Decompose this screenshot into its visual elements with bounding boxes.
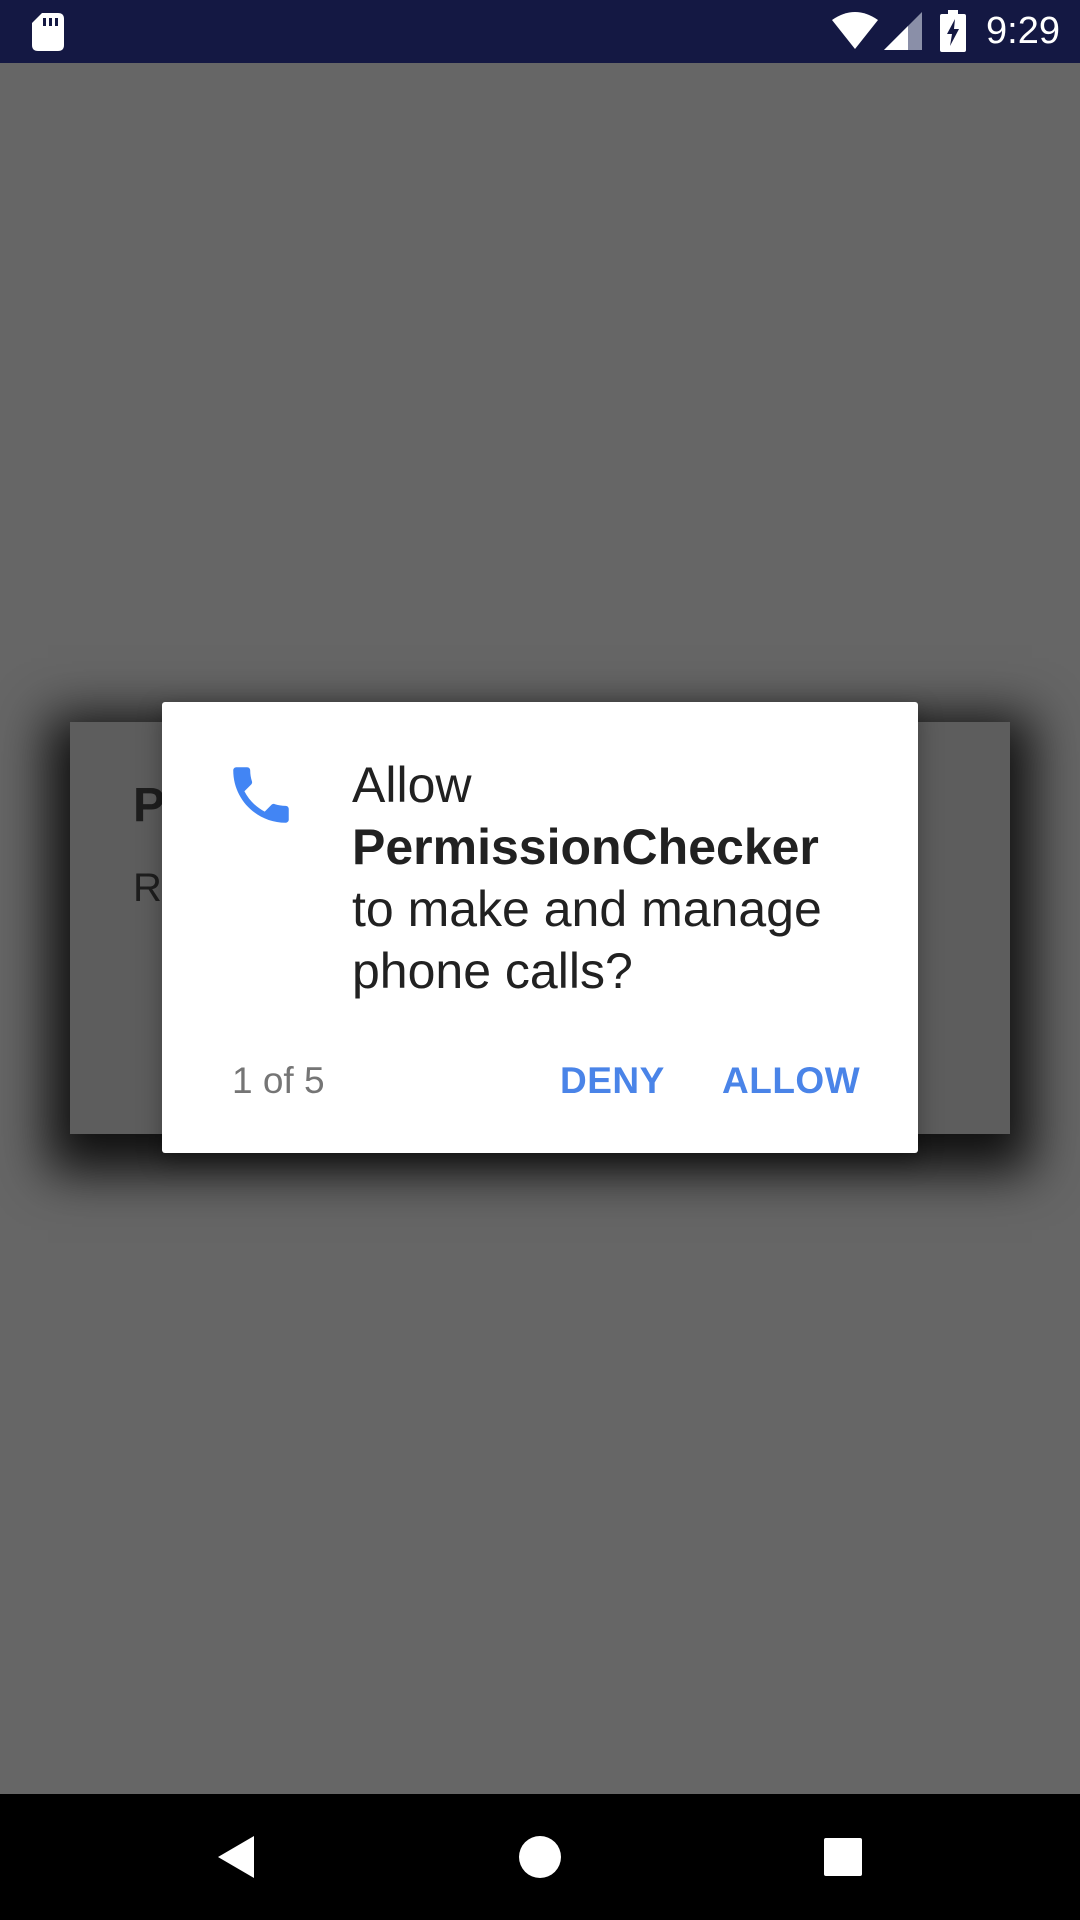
sd-card-icon: [32, 13, 64, 51]
phone-icon: [233, 767, 289, 823]
message-line-2: phone calls?: [352, 943, 633, 999]
message-prefix: Allow: [352, 757, 472, 813]
app-card-title: P: [133, 779, 166, 832]
wifi-icon: [832, 12, 878, 49]
permission-counter: 1 of 5: [232, 1060, 325, 1101]
status-bar: 9:29: [0, 0, 1080, 63]
navigation-bar: [0, 1794, 1080, 1920]
permission-message: Allow PermissionChecker to make and mana…: [352, 754, 892, 1002]
app-card-text: R: [133, 866, 162, 910]
allow-button[interactable]: ALLOW: [704, 1038, 878, 1124]
status-clock: 9:29: [986, 10, 1060, 52]
permission-dialog: Allow PermissionChecker to make and mana…: [162, 702, 918, 1153]
recents-icon[interactable]: [818, 1832, 868, 1882]
signal-icon: [884, 12, 922, 50]
deny-button[interactable]: DENY: [542, 1038, 683, 1124]
back-icon[interactable]: [212, 1832, 262, 1882]
home-icon[interactable]: [515, 1832, 565, 1882]
app-name: PermissionChecker: [352, 819, 819, 875]
message-line-1: to make and manage: [352, 881, 822, 937]
battery-charging-icon: [940, 10, 966, 52]
